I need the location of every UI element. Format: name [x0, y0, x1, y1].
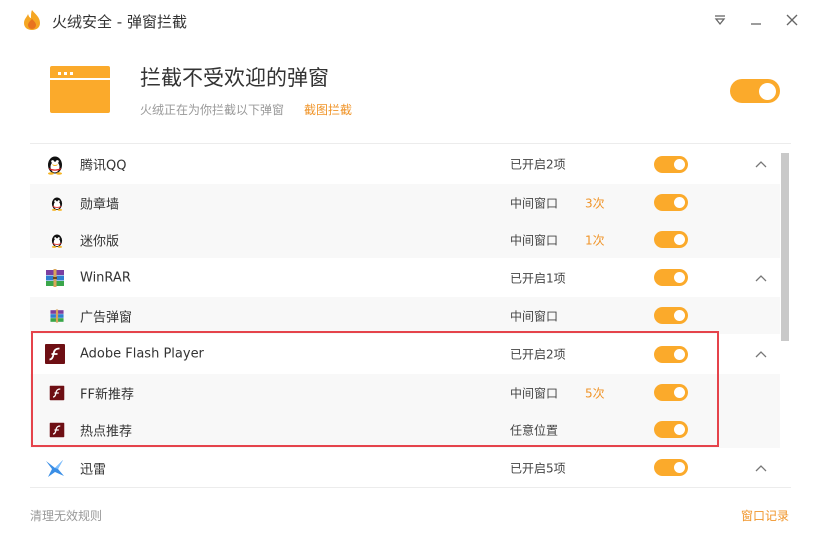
group-status: 已开启2项: [510, 157, 566, 172]
group-row-winrar: WinRAR 已开启1项: [30, 258, 780, 297]
rule-row-partial: [30, 487, 780, 488]
rule-count: 3次: [585, 196, 605, 210]
group-name: WinRAR: [80, 270, 131, 285]
flash-player-icon: [49, 422, 65, 437]
rule-name: FF新推荐: [80, 387, 134, 402]
group-status: 已开启2项: [510, 347, 566, 362]
qq-penguin-icon: [48, 156, 62, 175]
popup-rule-list: 腾讯QQ 已开启2项 勋章墙 中间窗口 3次 迷你版 中间窗口 1次 WinRA…: [30, 143, 791, 488]
winrar-books-icon: [46, 268, 64, 287]
flame-logo-icon: [24, 10, 40, 30]
chevron-up-icon[interactable]: [754, 463, 768, 473]
qq-penguin-icon: [51, 197, 63, 211]
rule-toggle[interactable]: [654, 421, 688, 438]
rule-position: 任意位置: [510, 423, 559, 437]
rule-row: 广告弹窗 中间窗口: [30, 297, 780, 334]
group-row-flash: Adobe Flash Player 已开启2项: [30, 334, 780, 374]
rule-row: FF新推荐 中间窗口 5次: [30, 374, 780, 411]
title-bar: 火绒安全 - 弹窗拦截: [0, 0, 820, 40]
group-toggle[interactable]: [654, 155, 688, 173]
rule-toggle[interactable]: [654, 231, 688, 248]
rule-position: 中间窗口: [510, 309, 559, 323]
winrar-books-icon: [50, 308, 64, 323]
rule-toggle[interactable]: [654, 384, 688, 401]
rule-position: 中间窗口: [510, 386, 559, 400]
rule-row: 热点推荐 任意位置: [30, 411, 780, 448]
menu-down-icon[interactable]: [710, 10, 730, 30]
group-status: 已开启1项: [510, 271, 566, 285]
close-button[interactable]: [782, 10, 802, 30]
chevron-up-icon[interactable]: [754, 159, 768, 169]
page-title: 拦截不受欢迎的弹窗: [140, 66, 329, 90]
group-status: 已开启5项: [510, 461, 566, 475]
minimize-button[interactable]: [746, 10, 766, 30]
flash-player-icon: [49, 385, 65, 400]
group-toggle[interactable]: [654, 345, 688, 363]
group-name: Adobe Flash Player: [80, 346, 204, 362]
rule-toggle[interactable]: [654, 194, 688, 211]
rule-row: 迷你版 中间窗口 1次: [30, 221, 780, 258]
chevron-up-icon[interactable]: [754, 349, 768, 359]
rule-position: 中间窗口: [510, 196, 559, 210]
clean-invalid-rules-link[interactable]: 清理无效规则: [30, 507, 102, 524]
group-toggle[interactable]: [654, 269, 688, 286]
flash-player-icon: [45, 344, 65, 364]
group-toggle[interactable]: [654, 459, 688, 476]
group-name: 迅雷: [80, 462, 107, 477]
rule-name: 迷你版: [80, 234, 120, 249]
group-row-thunder: 迅雷 已开启5项: [30, 448, 780, 487]
rule-row: 勋章墙 中间窗口 3次: [30, 184, 780, 221]
window-title: 火绒安全 - 弹窗拦截: [52, 13, 187, 31]
rule-name: 广告弹窗: [80, 310, 133, 325]
rule-name: 热点推荐: [80, 424, 133, 439]
screenshot-block-link[interactable]: 截图拦截: [304, 101, 352, 118]
rule-count: 5次: [585, 386, 605, 400]
thunder-bird-icon: [46, 459, 64, 477]
rule-position: 中间窗口: [510, 233, 559, 247]
rule-name: 勋章墙: [80, 197, 120, 212]
window-records-link[interactable]: 窗口记录: [741, 507, 789, 524]
rule-toggle[interactable]: [654, 307, 688, 324]
master-toggle[interactable]: [730, 79, 780, 103]
group-row-qq: 腾讯QQ 已开启2项: [30, 144, 780, 184]
qq-penguin-icon: [51, 234, 63, 248]
page-description: 火绒正在为你拦截以下弹窗: [140, 103, 285, 117]
rule-count: 1次: [585, 233, 605, 247]
group-name: 腾讯QQ: [80, 158, 127, 174]
chevron-up-icon[interactable]: [754, 273, 768, 283]
popup-window-icon: [50, 66, 110, 113]
list-scrollbar[interactable]: [781, 153, 789, 341]
